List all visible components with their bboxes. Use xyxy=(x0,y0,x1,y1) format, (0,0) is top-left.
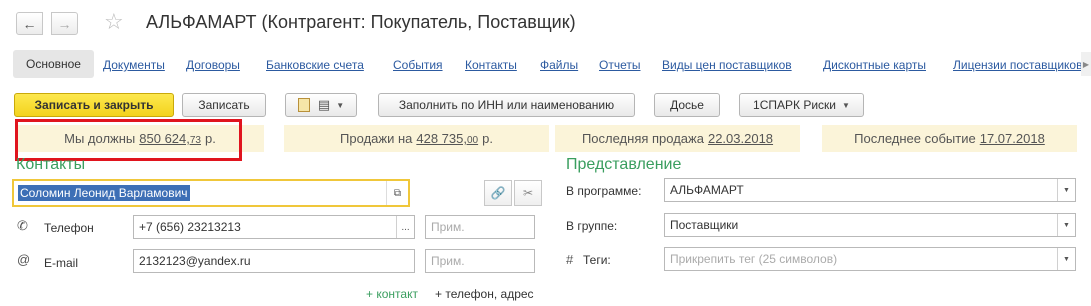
email-note-field[interactable]: Прим. xyxy=(425,249,535,273)
save-and-close-button[interactable]: Записать и закрыть xyxy=(14,93,174,117)
highlight-frame xyxy=(15,119,242,161)
printer-icon: ▤ xyxy=(317,97,331,112)
chevron-down-icon: ▼ xyxy=(842,100,850,110)
chevron-down-icon[interactable]: ▼ xyxy=(1057,179,1075,201)
in-program-field[interactable]: АЛЬФАМАРТ ▼ xyxy=(664,178,1076,202)
arrow-left-icon: ← xyxy=(22,15,37,32)
sales-info: Продажи на 428 735,00 р. xyxy=(284,125,549,152)
chevron-down-icon[interactable]: ▼ xyxy=(1057,248,1075,270)
chevron-down-icon: ▼ xyxy=(336,100,345,110)
tab-supplier-price-types[interactable]: Виды цен поставщиков xyxy=(662,58,792,72)
add-phone-address-link[interactable]: + телефон, адрес xyxy=(435,287,534,301)
add-contact-link[interactable]: + контакт xyxy=(366,287,418,301)
tags-label: Теги: xyxy=(583,253,611,267)
phone-note-field[interactable]: Прим. xyxy=(425,215,535,239)
favorite-star-icon[interactable]: ☆ xyxy=(104,9,124,35)
tab-osnovnoe[interactable]: Основное xyxy=(13,50,94,78)
arrow-right-icon: → xyxy=(57,15,72,32)
in-program-value: АЛЬФАМАРТ xyxy=(670,183,744,197)
plus-icon: + xyxy=(366,287,374,301)
in-group-label: В группе: xyxy=(566,219,618,233)
contacts-heading: Контакты xyxy=(16,156,86,173)
phone-icon: ✆ xyxy=(17,218,28,233)
fill-by-inn-button[interactable]: Заполнить по ИНН или наименованию xyxy=(378,93,635,117)
save-button[interactable]: Записать xyxy=(182,93,266,117)
more-icon[interactable]: ... xyxy=(396,216,414,238)
tags-placeholder: Прикрепить тег (25 символов) xyxy=(670,252,838,266)
email-value: 2132123@yandex.ru xyxy=(139,254,251,268)
tab-contracts[interactable]: Договоры xyxy=(186,58,240,72)
spark-risks-button[interactable]: 1СПАРК Риски ▼ xyxy=(739,93,864,117)
plus-icon: + xyxy=(435,287,443,301)
phone-value: +7 (656) 23213213 xyxy=(139,220,241,234)
tabs-scroll-right[interactable]: ▶ xyxy=(1081,52,1091,76)
representation-heading: Представление xyxy=(566,156,682,173)
unlink-icon: ✂ xyxy=(522,186,534,200)
unlink-button[interactable]: ✂ xyxy=(514,180,542,206)
dossier-button[interactable]: Досье xyxy=(654,93,720,117)
sales-value-link[interactable]: 428 735,00 xyxy=(416,131,478,146)
page-title: АЛЬФАМАРТ (Контрагент: Покупатель, Поста… xyxy=(146,12,576,32)
tab-discount-cards[interactable]: Дисконтные карты xyxy=(823,58,926,72)
phone-label: Телефон xyxy=(44,221,94,235)
last-sale-label: Последняя продажа xyxy=(581,131,704,146)
back-button[interactable]: ← xyxy=(16,12,43,35)
tab-reports[interactable]: Отчеты xyxy=(599,58,640,72)
last-sale-date-link[interactable]: 22.03.2018 xyxy=(708,131,773,146)
link-icon: 🔗 xyxy=(490,186,506,200)
open-icon[interactable]: ⧉ xyxy=(386,181,408,205)
tab-supplier-licenses[interactable]: Лицензии поставщиков xyxy=(953,58,1082,72)
tab-contacts[interactable]: Контакты xyxy=(465,58,517,72)
forward-button[interactable]: → xyxy=(51,12,78,35)
chevron-down-icon[interactable]: ▼ xyxy=(1057,214,1075,236)
phone-field[interactable]: +7 (656) 23213213 ... xyxy=(133,215,415,239)
link-button[interactable]: 🔗 xyxy=(484,180,512,206)
last-event-info: Последнее событие 17.07.2018 xyxy=(822,125,1077,152)
contact-person-value: Соломин Леонид Варламович xyxy=(18,185,190,201)
contact-person-field[interactable]: Соломин Леонид Варламович ⧉ xyxy=(12,179,410,207)
email-field[interactable]: 2132123@yandex.ru xyxy=(133,249,415,273)
spark-label: 1СПАРК Риски xyxy=(753,98,837,112)
sales-label: Продажи на xyxy=(340,131,413,146)
tab-events[interactable]: События xyxy=(393,58,443,72)
chevron-right-icon: ▶ xyxy=(1082,59,1090,69)
last-event-label: Последнее событие xyxy=(854,131,976,146)
last-event-date-link[interactable]: 17.07.2018 xyxy=(980,131,1045,146)
in-group-value: Поставщики xyxy=(670,218,739,232)
tab-files[interactable]: Файлы xyxy=(540,58,578,72)
hash-icon: # xyxy=(566,252,574,267)
in-program-label: В программе: xyxy=(566,184,642,198)
document-icon xyxy=(297,98,310,112)
print-menu-button[interactable]: ▤ ▼ xyxy=(285,93,357,117)
in-group-field[interactable]: Поставщики ▼ xyxy=(664,213,1076,237)
last-sale-info: Последняя продажа 22.03.2018 xyxy=(555,125,800,152)
tab-bank-accounts[interactable]: Банковские счета xyxy=(266,58,364,72)
email-label: E-mail xyxy=(44,256,79,270)
sales-unit: р. xyxy=(482,131,493,146)
at-sign-icon: @ xyxy=(17,252,31,267)
tags-field[interactable]: Прикрепить тег (25 символов) ▼ xyxy=(664,247,1076,271)
tab-documents[interactable]: Документы xyxy=(103,58,165,72)
